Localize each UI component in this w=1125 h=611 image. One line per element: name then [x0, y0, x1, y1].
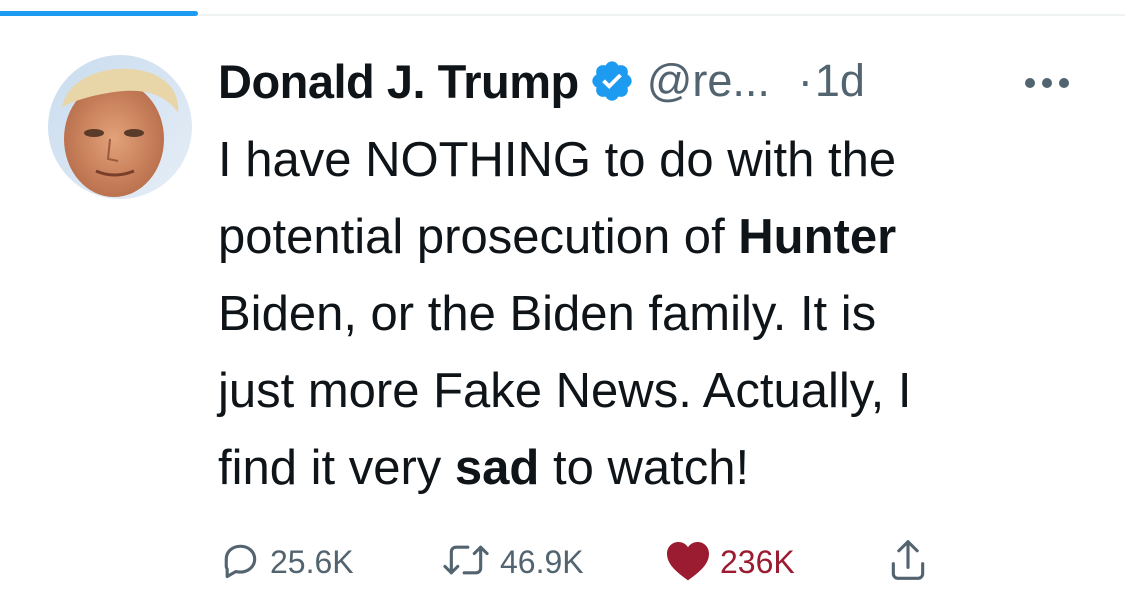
- header-separator: ·: [797, 55, 813, 106]
- reply-count: 25.6K: [270, 543, 354, 580]
- share-button[interactable]: [886, 532, 930, 592]
- tweet-timestamp[interactable]: 1d: [815, 55, 865, 107]
- active-tab-indicator: [0, 11, 198, 16]
- reply-button[interactable]: 25.6K: [218, 532, 354, 592]
- heart-icon: [664, 538, 712, 587]
- avatar[interactable]: [48, 55, 192, 199]
- retweet-arrows-icon: [440, 538, 492, 587]
- tweet-actions: 25.6K 46.9K 236K: [218, 532, 1098, 592]
- tweet-header: Donald J. Trump @re... · 1d: [218, 48, 865, 114]
- author-display-name[interactable]: Donald J. Trump: [218, 54, 579, 109]
- like-count: 236K: [720, 543, 795, 580]
- speech-bubble-icon: [218, 538, 262, 587]
- more-dots-icon[interactable]: [1022, 76, 1072, 90]
- verified-badge-icon[interactable]: [589, 58, 635, 104]
- share-upload-icon: [886, 536, 930, 589]
- retweet-count: 46.9K: [500, 543, 584, 580]
- tweet-text: I have NOTHING to do with the potential …: [218, 122, 1098, 507]
- tweet-text-bold-segment: sad: [454, 441, 540, 495]
- tweet-text-bold-segment: Hunter: [738, 210, 897, 264]
- avatar-image: [48, 55, 192, 199]
- author-handle[interactable]: @re...: [647, 55, 770, 107]
- like-button[interactable]: 236K: [664, 532, 795, 592]
- tweet-text-segment: to watch!: [539, 441, 750, 495]
- retweet-button[interactable]: 46.9K: [440, 532, 584, 592]
